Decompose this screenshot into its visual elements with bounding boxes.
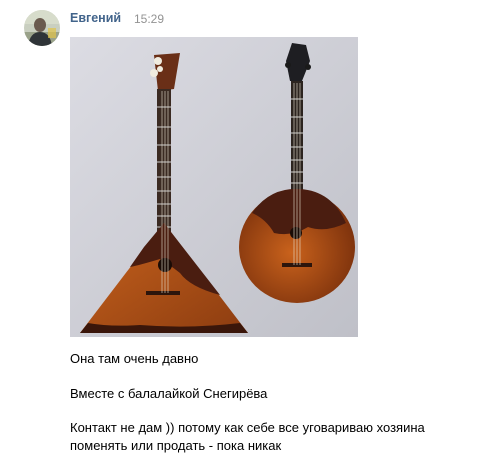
message-text-line-3: Контакт не дам )) потому как себе все уг… (70, 420, 425, 435)
message-timestamp: 15:29 (134, 12, 165, 26)
attached-photo[interactable] (70, 37, 358, 337)
avatar-image (24, 10, 60, 46)
message-text-line-4: поменять или продать - пока никак (70, 438, 282, 453)
instruments-photo-image (70, 37, 358, 337)
chat-message: Евгений 15:29 Она там очень давно Вместе… (0, 0, 491, 471)
message-text-line-1: Она там очень давно (70, 351, 199, 366)
author-name[interactable]: Евгений (70, 11, 121, 25)
message-text-line-2: Вместе с балалайкой Снегирёва (70, 386, 268, 401)
avatar[interactable] (24, 10, 60, 46)
